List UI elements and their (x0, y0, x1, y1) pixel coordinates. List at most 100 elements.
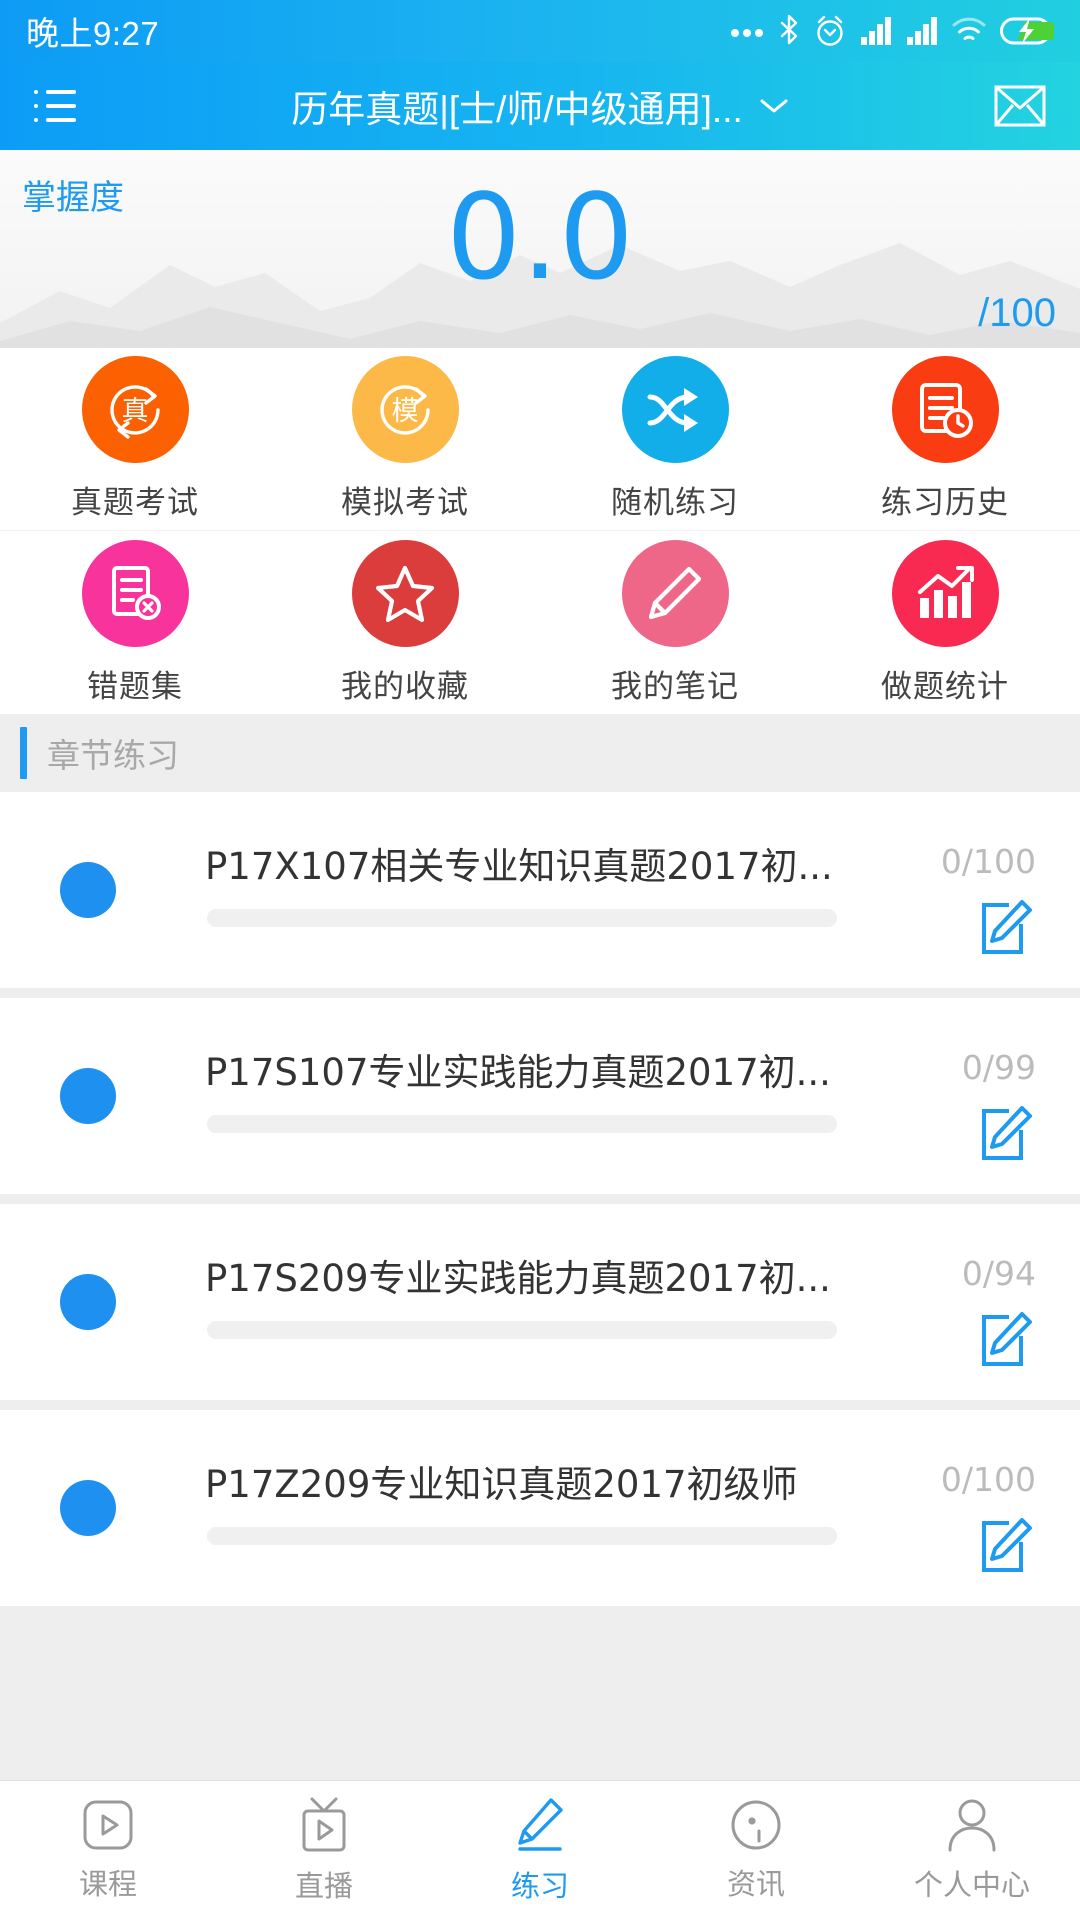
feature-zhenti-kaoshi[interactable]: 真 真题考试 (0, 348, 270, 530)
edit-note-button[interactable] (978, 1106, 1034, 1167)
video-play-icon (83, 1800, 133, 1849)
svg-text:真: 真 (122, 396, 149, 427)
zhen-exam-icon: 真 (110, 384, 160, 439)
tab-label: 资讯 (726, 1868, 785, 1901)
list-item-title: P17S107专业实践能力真题2017初... (205, 1051, 831, 1094)
messages-button[interactable] (976, 85, 1046, 127)
edit-note-button[interactable] (978, 1518, 1034, 1579)
feature-label: 我的笔记 (611, 668, 739, 704)
feature-label: 我的收藏 (341, 668, 469, 704)
feature-lianxi-lishi[interactable]: 练习历史 (810, 348, 1080, 530)
list-item-count: 0/99 (961, 1048, 1036, 1087)
star-icon (375, 565, 435, 623)
feature-label: 真题考试 (71, 485, 199, 520)
tab-gerenzhongxin[interactable]: 个人中心 (864, 1798, 1080, 1904)
app-root: 晚上9:27 历年真题|[士/师/中级通用]... 掌握度 0.0 /100 真… (0, 0, 1080, 1920)
feature-label: 做题统计 (881, 668, 1009, 704)
status-bar: 晚上9:27 (0, 0, 1080, 62)
mo-exam-icon: 模 (380, 384, 430, 435)
pencil-icon (648, 566, 702, 620)
feature-wode-biji[interactable]: 我的笔记 (540, 531, 810, 714)
chapter-list[interactable]: P17X107相关专业知识真题2017初... 0/100 P17S107专业实… (0, 792, 1080, 1780)
edit-note-icon (982, 1106, 1032, 1160)
history-doc-icon (920, 382, 973, 438)
tab-label: 练习 (510, 1870, 569, 1903)
progress-bar (207, 1321, 837, 1339)
mastery-panel: 掌握度 0.0 /100 (0, 150, 1080, 348)
tab-lianxi[interactable]: 练习 (432, 1797, 648, 1905)
menu-button[interactable] (34, 89, 104, 123)
feature-label: 随机练习 (611, 485, 739, 520)
feature-label: 错题集 (87, 668, 183, 704)
shuffle-icon (647, 387, 698, 432)
tab-label: 个人中心 (913, 1869, 1030, 1902)
signal-bars-icon (861, 17, 891, 45)
section-title: 章节练习 (47, 737, 179, 774)
tab-zixun[interactable]: 资讯 (648, 1799, 864, 1903)
bottom-tab-bar: 课程 直播 练习 资讯 个人中心 (0, 1780, 1080, 1920)
status-dot (60, 1274, 116, 1330)
wrong-answers-icon-circle (81, 539, 189, 647)
status-dot (60, 862, 116, 918)
edit-note-icon (982, 1518, 1032, 1572)
list-item[interactable]: P17S107专业实践能力真题2017初... 0/99 (0, 998, 1080, 1194)
envelope-icon (994, 85, 1046, 127)
history-doc-icon-circle (891, 356, 999, 463)
list-item-title: P17S209专业实践能力真题2017初... (205, 1257, 831, 1300)
list-menu-icon (34, 89, 76, 123)
feature-cuotiji[interactable]: 错题集 (0, 531, 270, 714)
pencil-icon (518, 1797, 563, 1851)
feature-grid: 真 真题考试 模 模拟考试 随机练习 练习历史 错题集 我的收藏 我的笔记 做题… (0, 348, 1080, 714)
chevron-down-icon (760, 99, 788, 113)
bar-chart-icon (918, 566, 974, 618)
tab-kecheng[interactable]: 课程 (0, 1799, 216, 1903)
more-dots-icon (731, 29, 763, 37)
list-item[interactable]: P17Z209专业知识真题2017初级师 0/100 (0, 1410, 1080, 1606)
status-dot (60, 1068, 116, 1124)
tv-live-icon (302, 1797, 346, 1851)
feature-label: 模拟考试 (341, 485, 469, 520)
pencil-icon-circle (621, 539, 729, 647)
title-bar: 历年真题|[士/师/中级通用]... (0, 62, 1080, 150)
section-header-chapter-practice: 章节练习 (0, 714, 1080, 792)
mo-exam-icon-circle: 模 (351, 356, 459, 463)
tab-label: 课程 (78, 1868, 137, 1901)
edit-note-button[interactable] (978, 1312, 1034, 1373)
edit-note-icon (982, 1312, 1032, 1366)
mastery-max: /100 (978, 291, 1056, 335)
list-item[interactable]: P17X107相关专业知识真题2017初... 0/100 (0, 792, 1080, 988)
tab-zhibo[interactable]: 直播 (216, 1797, 432, 1905)
list-item-count: 0/100 (940, 842, 1036, 881)
zhen-exam-icon-circle: 真 (81, 356, 189, 463)
title-selector[interactable]: 历年真题|[士/师/中级通用]... (104, 79, 976, 133)
section-accent-bar (20, 727, 27, 779)
list-item-title: P17X107相关专业知识真题2017初... (205, 845, 833, 888)
signal-bars-2-icon (907, 17, 937, 45)
feature-grid-row-2: 错题集 我的收藏 我的笔记 做题统计 (0, 531, 1080, 714)
person-icon (948, 1799, 996, 1851)
mastery-score: 0.0 (446, 168, 634, 306)
list-item[interactable]: P17S209专业实践能力真题2017初... 0/94 (0, 1204, 1080, 1400)
list-item-count: 0/100 (940, 1460, 1036, 1499)
status-dot (60, 1480, 116, 1536)
status-bar-clock: 晚上9:27 (26, 15, 160, 52)
list-item-title: P17Z209专业知识真题2017初级师 (205, 1463, 798, 1506)
edit-note-button[interactable] (978, 900, 1034, 961)
progress-bar (207, 1115, 837, 1133)
news-icon (731, 1800, 781, 1849)
battery-charging-icon (1000, 17, 1054, 45)
shuffle-icon-circle (621, 356, 729, 463)
feature-moni-kaoshi[interactable]: 模 模拟考试 (270, 348, 540, 530)
feature-suiji-lianxi[interactable]: 随机练习 (540, 348, 810, 530)
list-item-count: 0/94 (961, 1254, 1036, 1293)
status-bar-icons (730, 14, 1054, 48)
star-icon-circle (351, 539, 459, 647)
wifi-icon (952, 17, 986, 40)
wrong-answers-icon (112, 566, 161, 620)
feature-wode-shoucang[interactable]: 我的收藏 (270, 531, 540, 714)
tab-label: 直播 (294, 1870, 353, 1903)
feature-zuoti-tongji[interactable]: 做题统计 (810, 531, 1080, 714)
bar-chart-icon-circle (891, 539, 999, 647)
progress-bar (207, 1527, 837, 1545)
alarm-clock-icon (817, 15, 843, 46)
